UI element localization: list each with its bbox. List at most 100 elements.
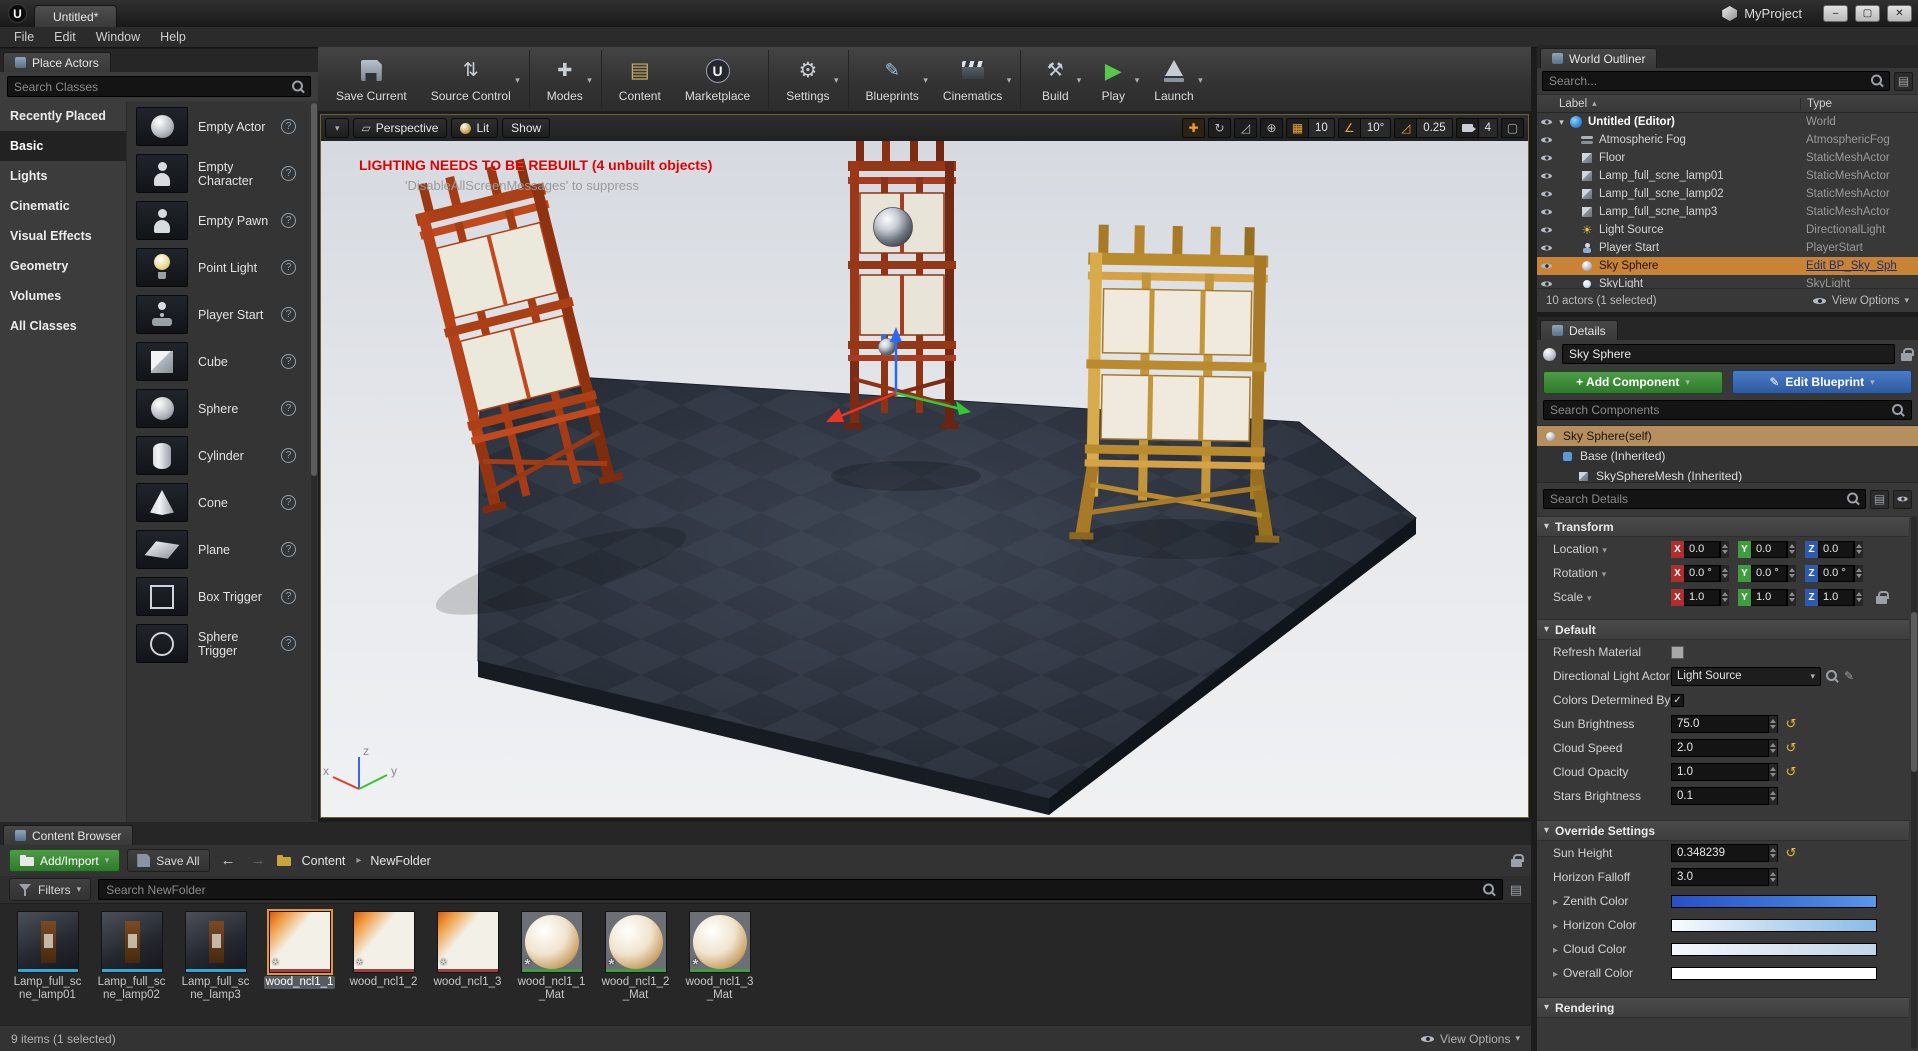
details-tab[interactable]: Details — [1540, 320, 1618, 340]
scale-snap-icon[interactable] — [1395, 119, 1416, 137]
colors-determined-checkbox[interactable] — [1671, 693, 1684, 707]
toolbar-button[interactable]: Build — [1020, 50, 1084, 108]
spinner[interactable] — [1854, 564, 1863, 582]
y-axis-field[interactable]: Y 0.0 — [1738, 540, 1796, 558]
spinner[interactable] — [1720, 588, 1729, 606]
outliner-row[interactable]: SkyLight SkyLight — [1537, 275, 1918, 288]
spinner[interactable] — [1768, 763, 1777, 781]
visibility-eye-icon[interactable] — [1540, 260, 1553, 272]
place-actor-item[interactable]: Box Trigger ? — [127, 573, 309, 620]
chevron-down-icon[interactable] — [1598, 566, 1607, 580]
help-badge[interactable]: ? — [281, 119, 296, 134]
content-browser-tab[interactable]: Content Browser — [3, 825, 134, 845]
place-actor-item[interactable]: Player Start ? — [127, 291, 309, 338]
color-swatch[interactable] — [1671, 894, 1877, 908]
place-actor-item[interactable]: Point Light ? — [127, 244, 309, 291]
reset-to-default-icon[interactable] — [1783, 716, 1799, 732]
dropdown-caret-icon[interactable] — [1135, 75, 1140, 86]
number-field[interactable]: 3.0 — [1671, 868, 1778, 886]
visibility-eye-icon[interactable] — [1540, 152, 1553, 164]
place-actor-item[interactable]: Empty Pawn ? — [127, 197, 309, 244]
scale-snap-value[interactable]: 0.25 — [1416, 119, 1452, 137]
place-actor-item[interactable]: Empty Character ? — [127, 150, 309, 197]
toolbar-button[interactable]: Modes — [528, 50, 595, 108]
expander-icon[interactable] — [1553, 894, 1558, 908]
visibility-eye-icon[interactable] — [1540, 134, 1553, 146]
component-row[interactable]: SkySphereMesh (Inherited) — [1537, 466, 1918, 482]
filters-button[interactable]: Filters — [9, 878, 92, 901]
rotation-snap-control[interactable]: 10° — [1337, 118, 1392, 138]
outliner-row[interactable]: Floor StaticMeshActor — [1537, 149, 1918, 167]
toolbar-button[interactable]: Cinematics — [931, 50, 1014, 108]
place-actor-item[interactable]: Plane ? — [127, 526, 309, 573]
help-badge[interactable]: ? — [281, 542, 296, 557]
viewport-scene[interactable]: z y x LIGHTING NEEDS TO BE REBUILT (4 un… — [321, 141, 1528, 817]
spinner[interactable] — [1787, 588, 1796, 606]
category-item[interactable]: Volumes — [0, 281, 126, 311]
outliner-row[interactable]: Player Start PlayerStart — [1537, 239, 1918, 257]
default-section-header[interactable]: Default — [1537, 619, 1909, 640]
dropdown-caret-icon[interactable] — [834, 75, 839, 86]
help-badge[interactable]: ? — [281, 166, 296, 181]
lock-icon[interactable] — [1511, 854, 1524, 867]
toolbar-button[interactable]: Save Current — [324, 50, 419, 108]
asset-search-input[interactable] — [98, 879, 1503, 900]
outliner-search-input[interactable] — [1542, 71, 1890, 91]
x-axis-field[interactable]: X 0.0 — [1671, 540, 1729, 558]
visibility-eye-icon[interactable] — [1540, 116, 1553, 128]
y-axis-field[interactable]: Y 1.0 — [1738, 588, 1796, 606]
number-field[interactable]: 2.0 — [1671, 739, 1778, 757]
reset-to-default-icon[interactable] — [1783, 845, 1799, 861]
viewport-options-dropdown[interactable] — [325, 118, 349, 138]
add-component-button[interactable]: + Add Component — [1543, 370, 1723, 394]
viewport[interactable]: Perspective Lit Show 10 10° — [320, 114, 1529, 818]
asset-tile[interactable]: Lamp_full_scne_lamp02 — [93, 911, 170, 1002]
sky-sphere-actor[interactable] — [873, 207, 913, 247]
category-item[interactable]: All Classes — [0, 311, 126, 341]
close-button[interactable]: ✕ — [1887, 5, 1912, 22]
scrollbar[interactable] — [311, 103, 317, 820]
category-item[interactable]: Basic — [0, 131, 126, 161]
visibility-eye-icon[interactable] — [1540, 224, 1553, 236]
color-swatch[interactable] — [1671, 942, 1877, 956]
camera-speed-value[interactable]: 4 — [1477, 119, 1497, 137]
help-badge[interactable]: ? — [281, 260, 296, 275]
z-axis-field[interactable]: Z 0.0 ° — [1805, 564, 1863, 582]
eyedropper-icon[interactable] — [1844, 669, 1854, 683]
asset-tile[interactable]: wood_ncl1_3_Mat — [681, 911, 758, 1002]
spinner[interactable] — [1768, 868, 1777, 886]
x-axis-field[interactable]: X 0.0 ° — [1671, 564, 1729, 582]
translate-tool-icon[interactable] — [1182, 118, 1206, 138]
breadcrumb-item[interactable]: NewFolder — [366, 852, 434, 870]
expander-icon[interactable] — [1553, 918, 1558, 932]
place-actor-item[interactable]: Cylinder ? — [127, 432, 309, 479]
outliner-settings-icon[interactable] — [1894, 71, 1913, 91]
spinner[interactable] — [1854, 588, 1863, 606]
number-field[interactable]: 75.0 — [1671, 715, 1778, 733]
expander-icon[interactable] — [1553, 966, 1558, 980]
asset-tile[interactable]: wood_ncl1_2_Mat — [597, 911, 674, 1002]
y-axis-field[interactable]: Y 0.0 ° — [1738, 564, 1796, 582]
help-badge[interactable]: ? — [281, 401, 296, 416]
rotate-tool-icon[interactable] — [1208, 118, 1232, 138]
menu-item[interactable]: Edit — [44, 28, 86, 46]
override-settings-section-header[interactable]: Override Settings — [1537, 820, 1909, 841]
search-details-input[interactable] — [1543, 489, 1866, 509]
help-badge[interactable]: ? — [281, 495, 296, 510]
dropdown-caret-icon[interactable] — [1007, 75, 1012, 86]
reset-to-default-icon[interactable] — [1783, 740, 1799, 756]
category-item[interactable]: Lights — [0, 161, 126, 191]
asset-tile[interactable]: wood_ncl1_1 — [261, 909, 338, 1002]
asset-tile[interactable]: wood_ncl1_3 — [429, 911, 506, 1002]
toolbar-button[interactable]: Content — [600, 50, 673, 108]
outliner-row[interactable]: Lamp_full_scne_lamp01 StaticMeshActor — [1537, 167, 1918, 185]
world-space-icon[interactable] — [1260, 118, 1284, 138]
outliner-row[interactable]: Atmospheric Fog AtmosphericFog — [1537, 131, 1918, 149]
toolbar-button[interactable]: Blueprints — [847, 50, 931, 108]
display-filter-icon[interactable] — [1893, 489, 1912, 509]
outliner-row[interactable]: Light Source DirectionalLight — [1537, 221, 1918, 239]
spinner[interactable] — [1768, 715, 1777, 733]
place-actor-item[interactable]: Sphere ? — [127, 385, 309, 432]
lit-button[interactable]: Lit — [451, 118, 499, 138]
x-axis-field[interactable]: X 1.0 — [1671, 588, 1729, 606]
